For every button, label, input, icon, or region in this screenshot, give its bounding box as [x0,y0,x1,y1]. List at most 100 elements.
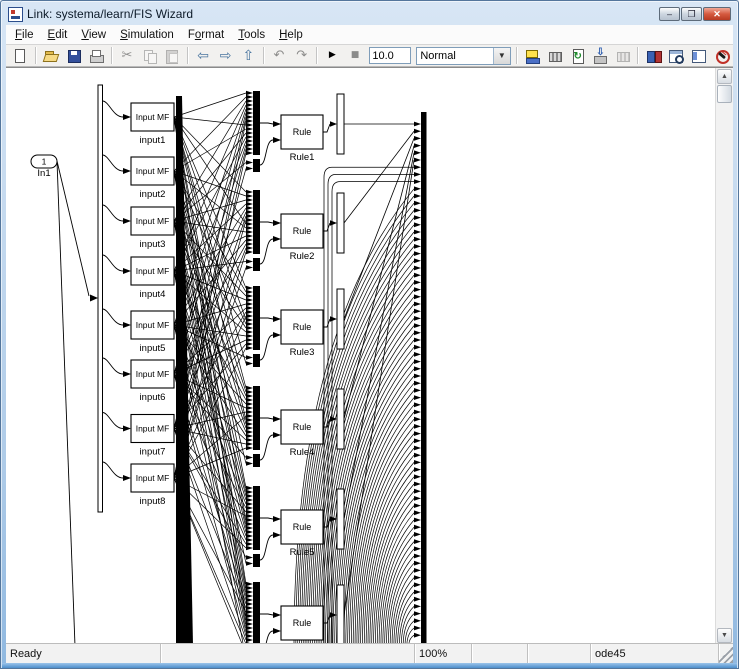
status-field-a [472,644,528,663]
input-mf-block-1[interactable]: Input MFinput1 [131,103,174,146]
menu-item-edit[interactable]: Edit [41,27,75,43]
build-all-button[interactable] [522,46,543,65]
target-options-icon [547,48,563,64]
rule-text: Rule [293,127,312,137]
rule-mux-5[interactable] [253,486,260,567]
model-explorer-button[interactable] [689,46,710,65]
rule-mux-4[interactable] [253,386,260,467]
input-mf-block-2[interactable]: Input MFinput2 [131,157,174,200]
toolbar-separator [637,47,639,64]
rule-mux-6[interactable] [253,582,260,644]
library-browser-icon [646,48,662,64]
update-diagram-button[interactable] [567,46,588,65]
rule-label: Rule2 [290,251,315,262]
output-mf-bar-4[interactable] [337,389,344,449]
start-simulation-button[interactable]: ▶ [322,46,343,65]
window-bottom-edge [2,663,737,668]
rule-mux-3[interactable] [253,286,260,367]
model-canvas[interactable]: 1In1Input MFinput1Input MFinput2Input MF… [6,67,733,644]
window-title: Link: systema/learn/FIS Wizard [27,7,659,21]
inport-block-in1[interactable]: 1In1 [31,155,57,179]
rule-label: Rule5 [290,547,315,558]
toolbar-separator [516,47,518,64]
open-model-icon [43,48,59,64]
paste-button [162,46,183,65]
close-button[interactable]: ✕ [703,7,731,21]
stop-simulation-icon: ■ [351,51,360,60]
status-message: Ready [6,644,161,663]
resize-grip[interactable] [719,644,733,663]
output-mf-bar-5[interactable] [337,489,344,549]
input-mf-text: Input MF [136,112,170,122]
zoom-level: 100% [415,644,472,663]
toolbar: ✂⇦⇨⇧↶↷▶■Normal▼ [6,45,733,67]
build-download-icon [592,48,608,64]
input-mf-text: Input MF [136,424,170,434]
go-up-button[interactable]: ⇧ [238,46,259,65]
menu-item-format[interactable]: Format [181,27,231,43]
title-bar[interactable]: Link: systema/learn/FIS Wizard –❐✕ [6,4,733,24]
input-mf-block-4[interactable]: Input MFinput4 [131,257,174,300]
scroll-thumb[interactable] [717,85,732,103]
cut-button: ✂ [117,46,138,65]
inport-label: In1 [37,168,50,179]
block-diagram[interactable]: 1In1Input MFinput1Input MFinput2Input MF… [6,68,718,644]
undo-button: ↶ [269,46,290,65]
rule-block-2[interactable]: RuleRule2 [281,214,323,262]
go-forward-button[interactable]: ⇨ [215,46,236,65]
maximize-button[interactable]: ❐ [681,7,702,21]
simulink-debugger-button[interactable] [711,46,732,65]
paste-icon [164,48,180,64]
rule-mux-2[interactable] [253,190,260,271]
input-mf-block-8[interactable]: Input MFinput8 [131,464,174,507]
start-simulation-icon: ▶ [329,51,336,60]
build-download-button[interactable] [590,46,611,65]
input-mf-text: Input MF [136,266,170,276]
generate-code-button [613,46,634,65]
scroll-up-button[interactable]: ▲ [717,69,732,84]
input-mf-label: input8 [140,496,166,507]
solver-name: ode45 [591,644,719,663]
rule-label: Rule4 [290,447,315,458]
input-mf-block-7[interactable]: Input MF input7 [131,415,174,458]
output-mf-bar-2[interactable] [337,193,344,253]
print-button[interactable] [86,46,107,65]
rule-block-1[interactable]: RuleRule1 [281,115,323,163]
output-mf-bar-1[interactable] [337,94,344,154]
go-back-button[interactable]: ⇦ [193,46,214,65]
rule-block-3[interactable]: RuleRule3 [281,310,323,358]
demux-bar[interactable] [98,85,103,512]
scroll-down-button[interactable]: ▼ [717,628,732,643]
vertical-scrollbar[interactable]: ▲ ▼ [715,68,733,644]
app-window: Link: systema/learn/FIS Wizard –❐✕ FileE… [0,0,739,669]
input-mf-block-6[interactable]: Input MFinput6 [131,360,174,403]
menu-item-help[interactable]: Help [272,27,310,43]
output-mux-bar[interactable] [421,112,427,644]
save-model-button[interactable] [63,46,84,65]
menu-item-file[interactable]: File [8,27,41,43]
rule-block-6[interactable]: RuleRule6 [281,606,323,644]
library-browser-button[interactable] [643,46,664,65]
sim-time-input[interactable] [369,47,411,64]
sim-mode-select[interactable]: Normal▼ [416,47,511,65]
output-mf-bar-3[interactable] [337,289,344,349]
status-field-b [528,644,591,663]
menu-item-tools[interactable]: Tools [231,27,272,43]
output-mf-bar-6[interactable] [337,585,344,644]
open-model-button[interactable] [41,46,62,65]
input-mf-label: input2 [140,189,166,200]
menu-item-view[interactable]: View [74,27,113,43]
rule-block-5[interactable]: RuleRule5 [281,510,323,558]
minimize-button[interactable]: – [659,7,680,21]
input-mf-block-3[interactable]: Input MFinput3 [131,207,174,250]
chevron-down-icon[interactable]: ▼ [493,48,510,64]
menu-item-simulation[interactable]: Simulation [113,27,181,43]
input-mf-block-5[interactable]: Input MFinput5 [131,311,174,354]
new-model-button[interactable] [10,46,31,65]
model-browser-button[interactable] [666,46,687,65]
model-browser-icon [668,48,684,64]
target-options-button[interactable] [545,46,566,65]
rule-mux-1[interactable] [253,91,260,172]
undo-icon: ↶ [274,49,285,62]
input-mf-label: input7 [140,447,166,458]
